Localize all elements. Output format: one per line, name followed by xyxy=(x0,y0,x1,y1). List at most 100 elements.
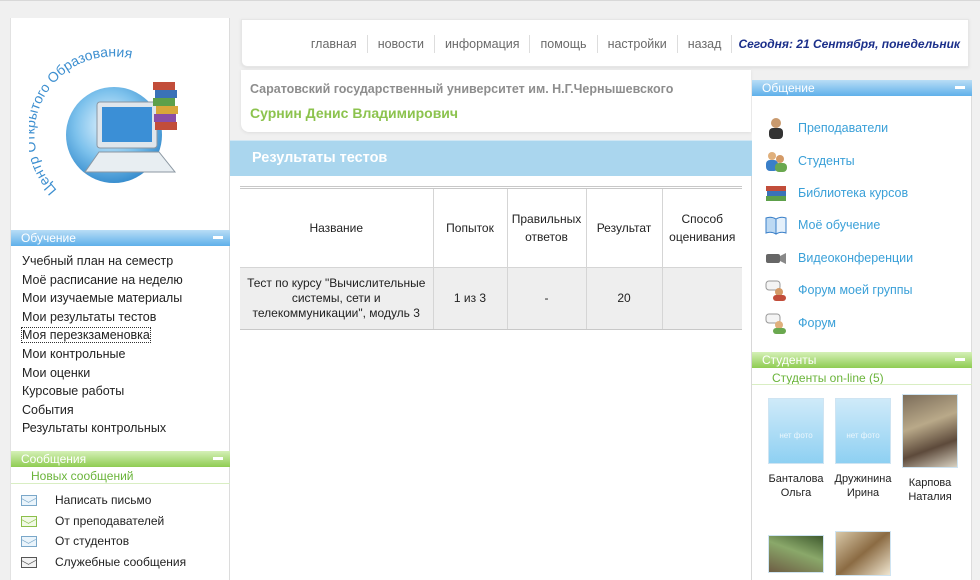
comm-item-students[interactable]: Студенты xyxy=(764,144,913,176)
service-messages-label: Служебные сообщения xyxy=(55,554,187,569)
minimize-icon[interactable] xyxy=(213,457,223,460)
comm-item-my-study[interactable]: Моё обучение xyxy=(764,209,913,241)
top-navigation: главная новости информация помощь настро… xyxy=(241,19,969,67)
main-content: Результаты тестов Название Попыток Прави… xyxy=(230,140,752,580)
students-icon xyxy=(766,151,787,172)
cell-result: 20 xyxy=(586,267,663,330)
write-letter-item[interactable]: Написать письмо xyxy=(21,490,186,511)
students-online-link[interactable]: Студенты on-line (5) xyxy=(772,371,884,385)
col-header-correct: Правильных ответов xyxy=(507,187,587,268)
study-panel-title: Обучение xyxy=(21,231,76,245)
right-sidebar: Общение Преподаватели Студенты Библиотек… xyxy=(752,80,972,580)
col-header-result: Результат xyxy=(586,187,663,268)
from-students-item[interactable]: От студентов xyxy=(21,531,186,552)
no-photo-avatar xyxy=(835,398,891,464)
menu-item-materials[interactable]: Мои изучаемые материалы xyxy=(22,289,183,308)
messages-panel-header: Сообщения xyxy=(11,451,230,467)
comm-panel-header: Общение xyxy=(752,80,972,96)
student-card[interactable]: Карпова Наталия xyxy=(898,394,962,504)
comm-item-group-forum[interactable]: Форум моей группы xyxy=(764,274,913,306)
menu-item-schedule[interactable]: Моё расписание на неделю xyxy=(22,271,183,290)
comm-item-teachers[interactable]: Преподаватели xyxy=(764,112,913,144)
menu-item-test-results[interactable]: Мои результаты тестов xyxy=(22,308,183,327)
col-header-name: Название xyxy=(240,187,434,268)
minimize-icon[interactable] xyxy=(213,236,223,239)
teacher-icon xyxy=(769,118,783,140)
from-students-label: От студентов xyxy=(55,534,130,548)
user-name: Сурнин Денис Владимирович xyxy=(250,105,459,121)
table-header-row: Название Попыток Правильных ответов Резу… xyxy=(240,187,742,268)
logo-globe-computer[interactable]: Центр Открытого Образования xyxy=(29,40,199,215)
from-teachers-label: От преподавателей xyxy=(55,513,165,528)
students-panel-header: Студенты xyxy=(752,352,972,368)
write-letter-label: Написать письмо xyxy=(55,493,152,507)
student-card[interactable] xyxy=(764,535,828,580)
nav-help[interactable]: помощь xyxy=(530,35,598,53)
menu-item-grades[interactable]: Мои оценки xyxy=(22,364,183,383)
new-messages-link[interactable]: Новых сообщений xyxy=(31,469,133,483)
books-icon xyxy=(766,185,786,201)
comm-label-library: Библиотека курсов xyxy=(798,185,909,200)
student-card[interactable] xyxy=(831,531,895,580)
study-panel-header: Обучение xyxy=(11,230,230,246)
col-header-method: Способ оценивания xyxy=(662,187,742,268)
comm-list: Преподаватели Студенты Библиотека курсов… xyxy=(764,112,913,339)
comm-label-video: Видеоконференции xyxy=(798,250,914,265)
student-photo xyxy=(902,394,958,468)
student-photo xyxy=(768,535,824,573)
university-header: Саратовский государственный университет … xyxy=(241,70,751,132)
study-menu: Учебный план на семестр Моё расписание н… xyxy=(21,252,183,438)
student-name: Банталова Ольга xyxy=(768,473,824,499)
nav-info[interactable]: информация xyxy=(435,35,531,53)
envelope-icon xyxy=(21,515,37,527)
write-letter-icon xyxy=(21,495,37,507)
student-name: Дружинина Ирина xyxy=(834,473,892,499)
comm-label-teachers: Преподаватели xyxy=(798,121,889,136)
nav-settings[interactable]: настройки xyxy=(598,35,678,53)
menu-item-reexam-label: Моя перезкзаменовка xyxy=(21,327,151,344)
page-title: Результаты тестов xyxy=(230,140,752,176)
divider xyxy=(752,384,972,385)
envelope-icon xyxy=(21,556,37,568)
student-card[interactable]: Банталова Ольга xyxy=(764,398,828,500)
messages-list: Написать письмо От преподавателей От сту… xyxy=(21,490,186,572)
cell-test-name: Тест по курсу "Вычислительные системы, с… xyxy=(240,267,434,330)
comm-label-forum: Форум xyxy=(798,315,836,330)
menu-item-reexam[interactable]: Моя перезкзаменовка xyxy=(21,326,183,345)
comm-label-my-study: Моё обучение xyxy=(798,218,881,233)
minimize-icon[interactable] xyxy=(955,358,965,361)
minimize-icon[interactable] xyxy=(955,86,965,89)
messages-panel-title: Сообщения xyxy=(21,452,87,466)
today-date: Сегодня: 21 Сентября, понедельник xyxy=(738,37,960,51)
menu-item-control-results[interactable]: Результаты контрольных xyxy=(22,419,183,438)
students-panel-title: Студенты xyxy=(762,353,817,367)
results-table: Название Попыток Правильных ответов Резу… xyxy=(240,186,742,330)
comm-panel-title: Общение xyxy=(762,81,815,95)
no-photo-avatar xyxy=(768,398,824,464)
forum-icon xyxy=(765,313,786,334)
divider xyxy=(11,483,230,484)
open-book-icon xyxy=(765,217,787,236)
from-teachers-item[interactable]: От преподавателей xyxy=(21,511,186,532)
service-messages-item[interactable]: Служебные сообщения xyxy=(21,552,186,573)
comm-label-group-forum: Форум моей группы xyxy=(798,283,913,298)
menu-item-study-plan[interactable]: Учебный план на семестр xyxy=(22,252,183,271)
comm-item-library[interactable]: Библиотека курсов xyxy=(764,177,913,209)
video-camera-icon xyxy=(766,252,786,264)
student-card[interactable]: Дружинина Ирина xyxy=(831,398,895,500)
menu-item-events[interactable]: События xyxy=(22,401,183,420)
nav-home[interactable]: главная xyxy=(301,35,368,53)
menu-item-control-works[interactable]: Мои контрольные xyxy=(22,345,183,364)
left-sidebar: Центр Открытого Образования Обучение Уче… xyxy=(10,18,230,580)
comm-item-forum[interactable]: Форум xyxy=(764,306,913,338)
comm-item-video[interactable]: Видеоконференции xyxy=(764,242,913,274)
nav-back[interactable]: назад xyxy=(678,35,733,53)
cell-attempts: 1 из 3 xyxy=(433,267,508,330)
nav-news[interactable]: новости xyxy=(368,35,435,53)
university-name: Саратовский государственный университет … xyxy=(250,82,674,96)
table-row: Тест по курсу "Вычислительные системы, с… xyxy=(240,267,742,330)
comm-label-students: Студенты xyxy=(798,153,855,168)
menu-item-course-works[interactable]: Курсовые работы xyxy=(22,382,183,401)
group-forum-icon xyxy=(765,280,786,302)
student-name: Карпова Наталия xyxy=(908,477,952,503)
